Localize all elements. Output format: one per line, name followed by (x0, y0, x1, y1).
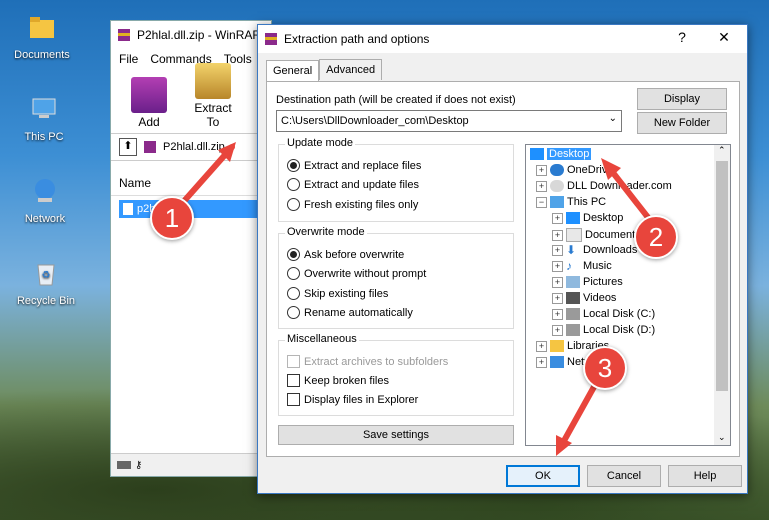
annotation-arrows (182, 142, 653, 456)
step-marker-3: 3 (583, 346, 627, 390)
step-marker-1: 1 (150, 196, 194, 240)
arrow-3 (557, 382, 598, 451)
step-marker-2: 2 (634, 215, 678, 259)
